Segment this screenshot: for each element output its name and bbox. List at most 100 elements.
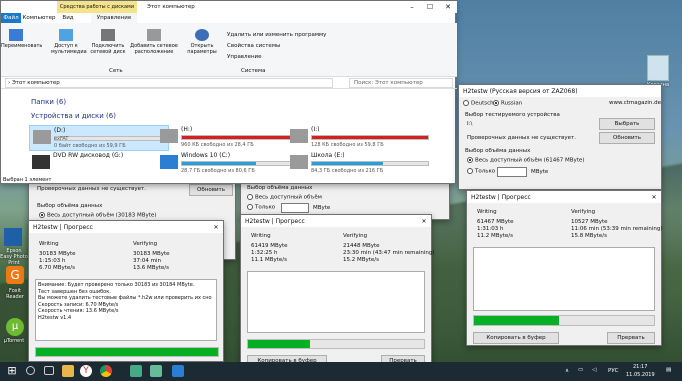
foxit-icon[interactable]: G — [6, 266, 24, 284]
settings-item[interactable]: Открыть параметры — [185, 29, 219, 55]
refresh-button-left[interactable]: Обновить — [189, 184, 233, 196]
dev-path: I:\ — [467, 121, 473, 127]
site-link[interactable]: www.ctmagazin.de — [609, 100, 661, 106]
p1-close-button[interactable]: ✕ — [209, 224, 223, 231]
windows-icon[interactable] — [172, 365, 184, 377]
p3-copy-button[interactable]: Копировать в буфер — [473, 332, 559, 344]
p1-writing: Writing 30183 MByte 1:15:03 h 6.70 MByte/s — [39, 241, 76, 272]
drive-item[interactable]: (H:) 960 КБ свободно из 28,4 ГБ — [157, 125, 299, 151]
p3-log — [473, 247, 655, 311]
p2-v2: 15.2 MByte/s — [343, 257, 380, 263]
system-props-item[interactable]: Свойства системы — [227, 43, 280, 49]
app-taskbar-icon[interactable] — [150, 365, 162, 377]
drive-item[interactable]: DVD RW дисковод (G:) — [29, 151, 169, 177]
p3-v0: 10527 MByte — [571, 219, 608, 225]
p3-v1: 11:06 min (53:39 min remaining) — [571, 226, 663, 232]
drive-free-space: 28,7 ГБ свободно из 80,6 ГБ — [181, 168, 255, 174]
add-location-item[interactable]: Добавить сетевое расположение — [129, 29, 179, 55]
maximize-button[interactable]: ☐ — [421, 1, 439, 13]
tray-chevron-icon[interactable]: ∧ — [565, 368, 569, 374]
explorer-window: Средства работы с дисками Этот компьютер… — [0, 0, 457, 184]
choose-button[interactable]: Выбрать — [599, 118, 655, 130]
recycle-bin-icon[interactable] — [647, 55, 669, 81]
tab-view[interactable]: Вид — [57, 13, 79, 23]
p2-close-button[interactable]: ✕ — [417, 218, 431, 225]
progress-window-1: H2testw | Прогресс ✕ Writing 30183 MByte 1:… — [28, 220, 224, 362]
clock-time[interactable]: 21:17 — [633, 364, 647, 370]
only-radio-mid-label: Только — [255, 204, 276, 211]
drive-item[interactable]: Школа (E:) 84,3 ГБ свободно из 216 ГБ — [287, 151, 429, 177]
volume-icon[interactable]: ◁ — [592, 367, 596, 373]
drive-item[interactable]: (D:) 0 байт свободно из 59,9 ГБ exFAT — [29, 125, 172, 151]
all-radio-left[interactable]: Весь доступный объём (30183 MByte) — [39, 212, 156, 219]
nodata-text-left: Проверочных данных не существует. — [37, 186, 147, 192]
notification-icon[interactable]: ▤ — [666, 367, 671, 373]
all-radio-mid[interactable]: Весь доступный объём — [247, 194, 322, 201]
utorrent-icon[interactable]: µ — [6, 318, 24, 336]
lang-de[interactable]: Deutsch — [463, 100, 494, 107]
p3-v-head: Verifying — [571, 209, 596, 215]
p2-w1: 1:32:25 h — [251, 250, 278, 256]
minimize-button[interactable]: – — [403, 1, 421, 13]
drive-free-space: 128 КБ свободно из 59,8 ГБ — [311, 142, 384, 148]
only-radio-mid[interactable]: Только — [247, 204, 275, 211]
lang-ru[interactable]: Russian — [493, 100, 522, 107]
devices-header[interactable]: Устройства и диски (6) — [31, 112, 116, 120]
add-location-icon — [147, 29, 161, 41]
network-icon[interactable]: ▭ — [578, 367, 583, 373]
p3-cancel-button[interactable]: Прервать — [607, 332, 655, 344]
tab-computer[interactable]: Компьютер — [21, 13, 57, 23]
start-icon[interactable]: ⊞ — [6, 365, 18, 377]
lang-indicator[interactable]: РУС — [608, 368, 619, 374]
search-icon[interactable] — [26, 366, 35, 375]
media-access-item[interactable]: Доступ к мультимедиа — [51, 29, 87, 55]
p1-verifying: Verifying 30183 MByte 37:04 min 13.6 MByte/… — [133, 241, 170, 272]
drive-item[interactable]: (I:) 128 КБ свободно из 59,8 ГБ — [287, 125, 429, 151]
all-radio[interactable]: Весь доступный объём (61467 MByte) — [467, 157, 584, 164]
h2testw-taskbar-icon[interactable] — [130, 365, 142, 377]
yandex-browser-icon[interactable]: Y — [80, 365, 92, 377]
folders-header[interactable]: Папки (6) — [31, 98, 66, 106]
vol-label: Выбор объёма данных — [465, 148, 531, 154]
manage-item[interactable]: Управление — [227, 54, 262, 60]
p1-progress — [35, 347, 219, 357]
media-icon — [59, 29, 73, 41]
only-input-mid[interactable] — [281, 203, 309, 213]
chrome-icon[interactable] — [100, 365, 112, 377]
p3-w0: 61467 MByte — [477, 219, 514, 225]
rename-item[interactable]: Переименовать — [1, 29, 42, 49]
search-box[interactable]: Поиск: Этот компьютер — [349, 78, 453, 88]
status-bar: Выбран 1 элемент — [3, 177, 52, 183]
only-radio[interactable]: Только — [467, 168, 495, 175]
p1-v-head: Verifying — [133, 241, 158, 247]
only-input[interactable] — [497, 167, 527, 177]
map-drive-item[interactable]: Подключить сетевой диск — [89, 29, 127, 55]
p1-log-5: H2testw v1.4 — [38, 314, 72, 321]
p1-w-head: Writing — [39, 241, 59, 247]
clock-date[interactable]: 11.05.2019 — [626, 372, 655, 378]
uninstall-item[interactable]: Удалить или изменить программу — [227, 32, 326, 38]
drive-usage-bar — [54, 136, 172, 141]
drive-icon — [33, 130, 51, 144]
explorer-taskbar-icon[interactable] — [62, 365, 74, 377]
dev-label: Выбор тестируемого устройства — [465, 112, 560, 118]
drive-usage-bar — [311, 161, 429, 166]
all-radio-left-label: Весь доступный объём (30183 MByte) — [47, 212, 157, 219]
drive-usage-bar — [181, 135, 299, 140]
address-bar[interactable]: › Этот компьютер — [5, 78, 333, 88]
drive-item[interactable]: Windows 10 (C:) 28,7 ГБ свободно из 80,6 … — [157, 151, 299, 177]
p2-v-head: Verifying — [343, 233, 368, 239]
ribbon-tabs: Файл Компьютер Вид Управление — [1, 13, 457, 23]
drive-name: (D:) — [54, 127, 66, 134]
task-view-icon[interactable] — [44, 366, 54, 375]
drive-name: Windows 10 (C:) — [181, 152, 231, 159]
tab-manage[interactable]: Управление — [91, 13, 137, 23]
close-button[interactable]: ✕ — [439, 1, 457, 13]
epson-icon[interactable] — [4, 228, 22, 246]
p1-log-0: Внимание: Будет проверено только 30183 и… — [38, 282, 195, 288]
windows-drive-icon — [160, 155, 178, 169]
p3-close-button[interactable]: ✕ — [647, 194, 661, 201]
refresh-button[interactable]: Обновить — [599, 132, 655, 144]
lang-ru-label: Russian — [501, 100, 523, 107]
tab-file[interactable]: Файл — [1, 13, 21, 23]
